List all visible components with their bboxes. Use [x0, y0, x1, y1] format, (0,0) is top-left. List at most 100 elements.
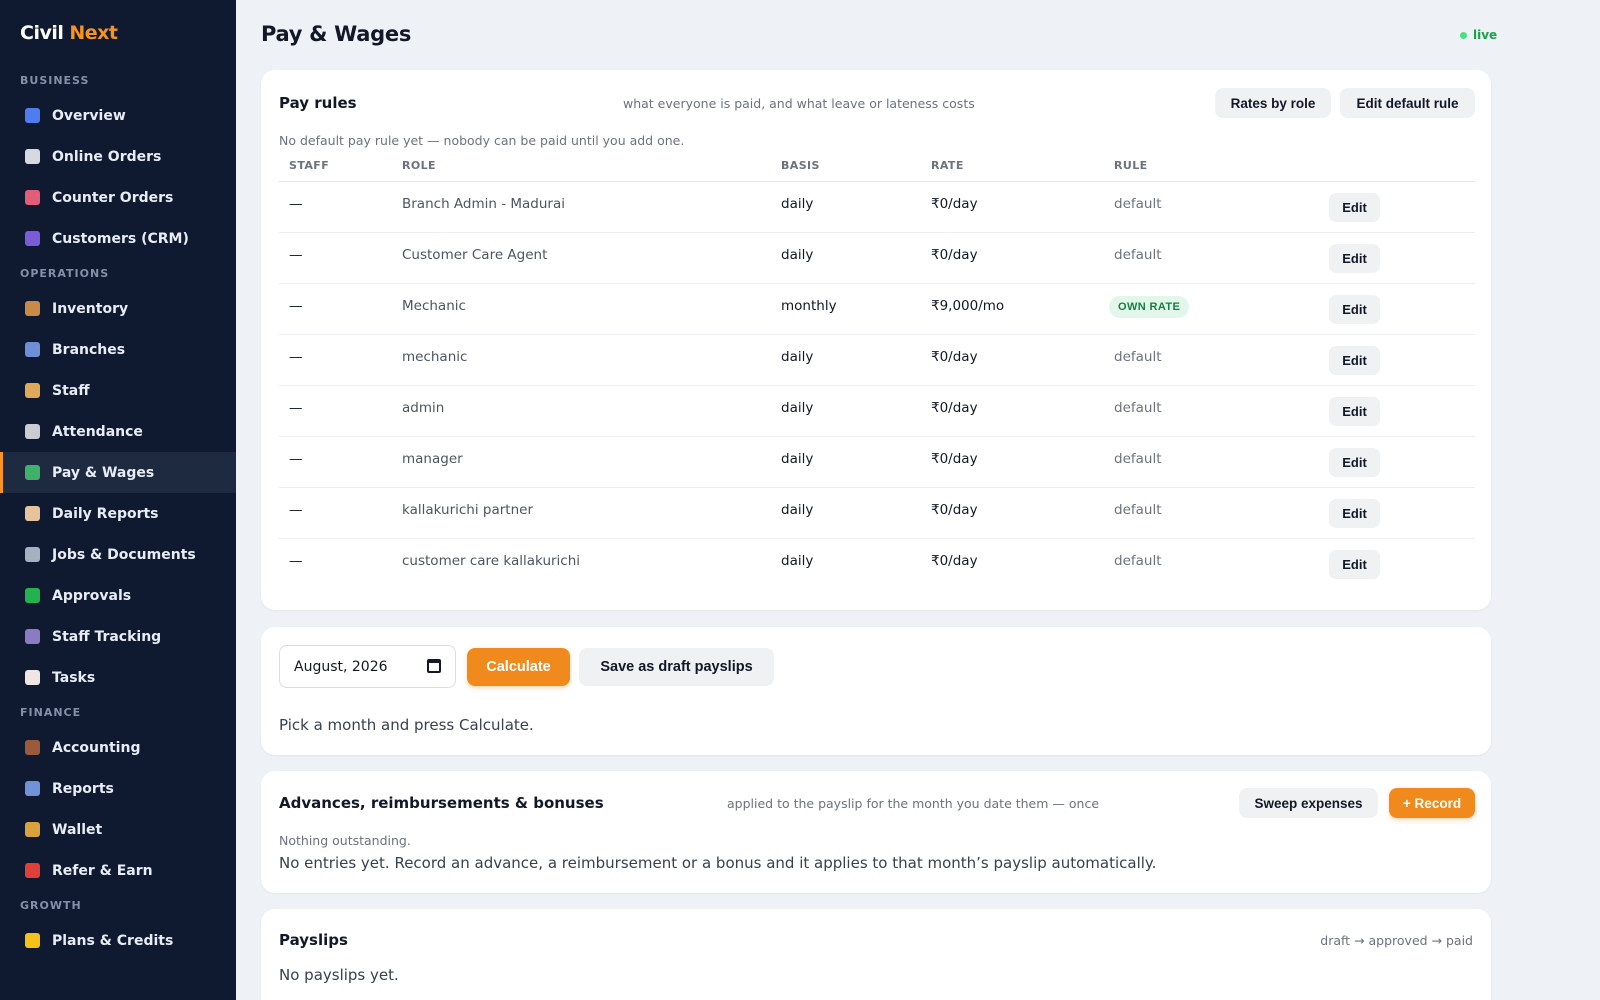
row-staff: — [289, 298, 303, 314]
row-staff: — [289, 349, 303, 365]
sidebar-item-label: Accounting [52, 739, 141, 756]
row-rule: default [1114, 349, 1162, 365]
payslips-flow: draft → approved → paid [1320, 933, 1473, 948]
payslips-card: Payslips draft → approved → paid No pays… [261, 909, 1491, 1000]
sidebar-item-plans-credits[interactable]: Plans & Credits [0, 920, 236, 961]
sidebar-item-approvals[interactable]: Approvals [0, 575, 236, 616]
table-row: — Branch Admin - Madurai daily ₹0/day defaul… [279, 182, 1475, 233]
table-row: — kallakurichi partner daily ₹0/day default E… [279, 488, 1475, 539]
check-icon [25, 588, 40, 603]
sidebar-item-label: Jobs & Documents [52, 546, 196, 563]
sidebar-item-label: Daily Reports [52, 505, 159, 522]
sidebar-item-label: Reports [52, 780, 114, 797]
month-input[interactable]: August, 2026 [279, 645, 456, 688]
month-input-value: August, 2026 [294, 658, 388, 675]
calculate-button[interactable]: Calculate [467, 648, 570, 686]
brand-part2: Next [69, 22, 118, 44]
row-edit-button[interactable]: Edit [1329, 397, 1380, 426]
moneybag-icon [25, 822, 40, 837]
sidebar-item-overview[interactable]: Overview [0, 95, 236, 136]
brand-part1: Civil [20, 22, 64, 44]
row-role: Customer Care Agent [402, 247, 548, 263]
row-edit-button[interactable]: Edit [1329, 346, 1380, 375]
rates-by-role-button[interactable]: Rates by role [1215, 88, 1331, 118]
save-draft-payslips-button[interactable]: Save as draft payslips [579, 648, 774, 686]
sidebar-item-label: Refer & Earn [52, 862, 153, 879]
sidebar-item-inventory[interactable]: Inventory [0, 288, 236, 329]
trend-icon [25, 781, 40, 796]
col-rule: RULE [1114, 159, 1148, 172]
sidebar-item-online-orders[interactable]: Online Orders [0, 136, 236, 177]
sidebar-item-tasks[interactable]: Tasks [0, 657, 236, 698]
sidebar-item-customers-crm[interactable]: Customers (CRM) [0, 218, 236, 259]
sidebar-item-attendance[interactable]: Attendance [0, 411, 236, 452]
sidebar-item-counter-orders[interactable]: Counter Orders [0, 177, 236, 218]
calculate-card: August, 2026 Calculate Save as draft pay… [261, 627, 1491, 755]
col-role: ROLE [402, 159, 436, 172]
receipt-icon [25, 149, 40, 164]
star-icon [25, 933, 40, 948]
nav-section-label: BUSINESS [20, 74, 90, 87]
sidebar-item-label: Counter Orders [52, 189, 174, 206]
wrench-icon [25, 547, 40, 562]
nav-section-label: GROWTH [20, 899, 82, 912]
row-role: mechanic [402, 349, 468, 365]
row-rate: ₹0/day [931, 400, 978, 416]
calendar-icon[interactable] [427, 659, 441, 673]
sidebar-item-daily-reports[interactable]: Daily Reports [0, 493, 236, 534]
row-rate: ₹0/day [931, 349, 978, 365]
row-edit-button[interactable]: Edit [1329, 193, 1380, 222]
users-icon [25, 231, 40, 246]
row-edit-button[interactable]: Edit [1329, 244, 1380, 273]
row-rate: ₹0/day [931, 502, 978, 518]
sidebar-item-wallet[interactable]: Wallet [0, 809, 236, 850]
table-row: — manager daily ₹0/day default Edit [279, 437, 1475, 488]
sidebar-item-pay-wages[interactable]: Pay & Wages [0, 452, 236, 493]
row-edit-button[interactable]: Edit [1329, 550, 1380, 579]
calculate-hint: Pick a month and press Calculate. [279, 716, 534, 734]
own-rate-badge: OWN RATE [1109, 296, 1190, 318]
sidebar-item-reports[interactable]: Reports [0, 768, 236, 809]
col-staff: STAFF [289, 159, 330, 172]
row-edit-button[interactable]: Edit [1329, 448, 1380, 477]
table-row: — Mechanic monthly ₹9,000/mo OWN RATE Edit [279, 284, 1475, 335]
sidebar-item-refer-earn[interactable]: Refer & Earn [0, 850, 236, 891]
table-row: — customer care kallakurichi daily ₹0/day de… [279, 539, 1475, 590]
row-staff: — [289, 400, 303, 416]
row-rate: ₹0/day [931, 247, 978, 263]
row-basis: daily [781, 349, 814, 365]
sidebar-item-label: Branches [52, 341, 126, 358]
row-edit-button[interactable]: Edit [1329, 295, 1380, 324]
pay-rules-subtitle: what everyone is paid, and what leave or… [623, 96, 975, 111]
row-edit-button[interactable]: Edit [1329, 499, 1380, 528]
advances-card: Advances, reimbursements & bonuses appli… [261, 771, 1491, 893]
sweep-expenses-button[interactable]: Sweep expenses [1239, 788, 1378, 818]
sidebar-item-staff-tracking[interactable]: Staff Tracking [0, 616, 236, 657]
person-icon [25, 383, 40, 398]
nav-section-label: OPERATIONS [20, 267, 110, 280]
table-row: — Customer Care Agent daily ₹0/day default Ed… [279, 233, 1475, 284]
row-basis: daily [781, 451, 814, 467]
pay-rules-notice: No default pay rule yet — nobody can be … [279, 133, 685, 148]
sidebar-item-branches[interactable]: Branches [0, 329, 236, 370]
sidebar-item-staff[interactable]: Staff [0, 370, 236, 411]
nav-section-label: FINANCE [20, 706, 82, 719]
row-rate: ₹9,000/mo [931, 298, 1005, 314]
payslips-title: Payslips [279, 931, 348, 949]
live-dot-icon [1460, 31, 1467, 39]
row-basis: daily [781, 247, 814, 263]
advances-title: Advances, reimbursements & bonuses [279, 794, 604, 812]
record-button[interactable]: + Record [1389, 788, 1475, 818]
row-staff: — [289, 247, 303, 263]
sidebar-item-label: Tasks [52, 669, 96, 686]
sidebar-item-label: Approvals [52, 587, 132, 604]
sidebar-item-jobs-documents[interactable]: Jobs & Documents [0, 534, 236, 575]
brand-logo[interactable]: Civil Next [20, 22, 118, 44]
sidebar-item-accounting[interactable]: Accounting [0, 727, 236, 768]
edit-default-rule-button[interactable]: Edit default rule [1340, 88, 1475, 118]
live-status-label: live [1473, 28, 1498, 42]
row-role: kallakurichi partner [402, 502, 534, 518]
row-role: manager [402, 451, 463, 467]
row-basis: daily [781, 553, 814, 569]
table-row: — admin daily ₹0/day default Edit [279, 386, 1475, 437]
